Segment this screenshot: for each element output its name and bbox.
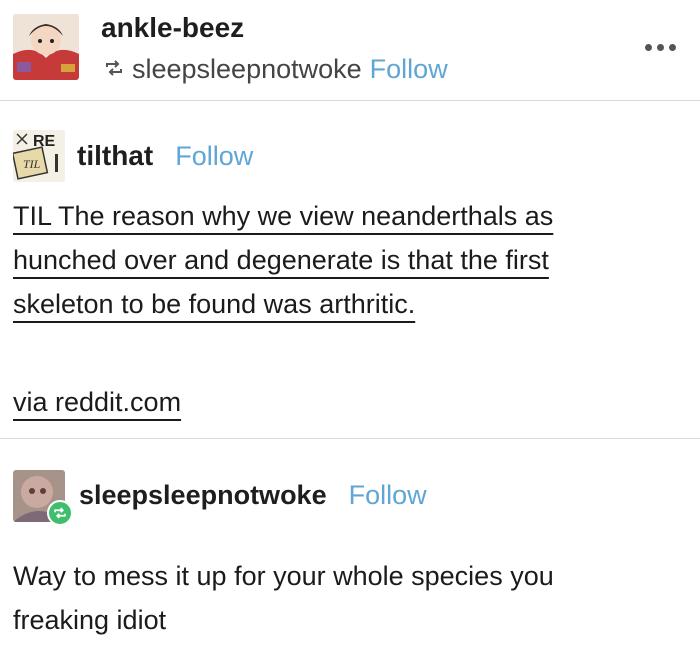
svg-text:TIL: TIL [23, 157, 41, 171]
ellipsis-icon[interactable] [645, 44, 676, 51]
follow-reblog-source-button[interactable]: Follow [370, 54, 448, 85]
tilthat-username[interactable]: tilthat [77, 140, 153, 172]
post-link-line[interactable]: hunched over and degenerate is that the … [13, 238, 553, 282]
reply-text-line: Way to mess it up for your whole species… [13, 561, 554, 591]
reblogged-from-username[interactable]: sleepsleepnotwoke [132, 54, 362, 85]
reblog-badge-icon [47, 500, 73, 526]
divider [0, 438, 700, 439]
reblog-icon [104, 54, 124, 85]
reply-text-line: freaking idiot [13, 605, 167, 635]
follow-tilthat-button[interactable]: Follow [175, 141, 253, 172]
reblog-source-line: sleepsleepnotwoke Follow [104, 54, 448, 85]
tilthat-avatar-text: RE [33, 133, 56, 150]
post-link-line[interactable]: skeleton to be found was arthritic. [13, 282, 553, 326]
via-source-link[interactable]: via reddit.com [13, 380, 181, 424]
reply-body: Way to mess it up for your whole species… [13, 554, 554, 642]
tilthat-avatar[interactable]: TIL RE [13, 130, 65, 182]
tilthat-post-body: TIL The reason why we view neanderthals … [13, 194, 553, 326]
reply-username[interactable]: sleepsleepnotwoke [79, 480, 327, 511]
reply-header: sleepsleepnotwoke Follow [79, 480, 427, 511]
poster-username[interactable]: ankle-beez [101, 12, 244, 44]
divider [0, 100, 700, 101]
tilthat-header: tilthat Follow [77, 140, 253, 172]
poster-avatar[interactable] [13, 14, 79, 80]
follow-reply-user-button[interactable]: Follow [349, 480, 427, 511]
post-link-line[interactable]: TIL The reason why we view neanderthals … [13, 194, 553, 238]
